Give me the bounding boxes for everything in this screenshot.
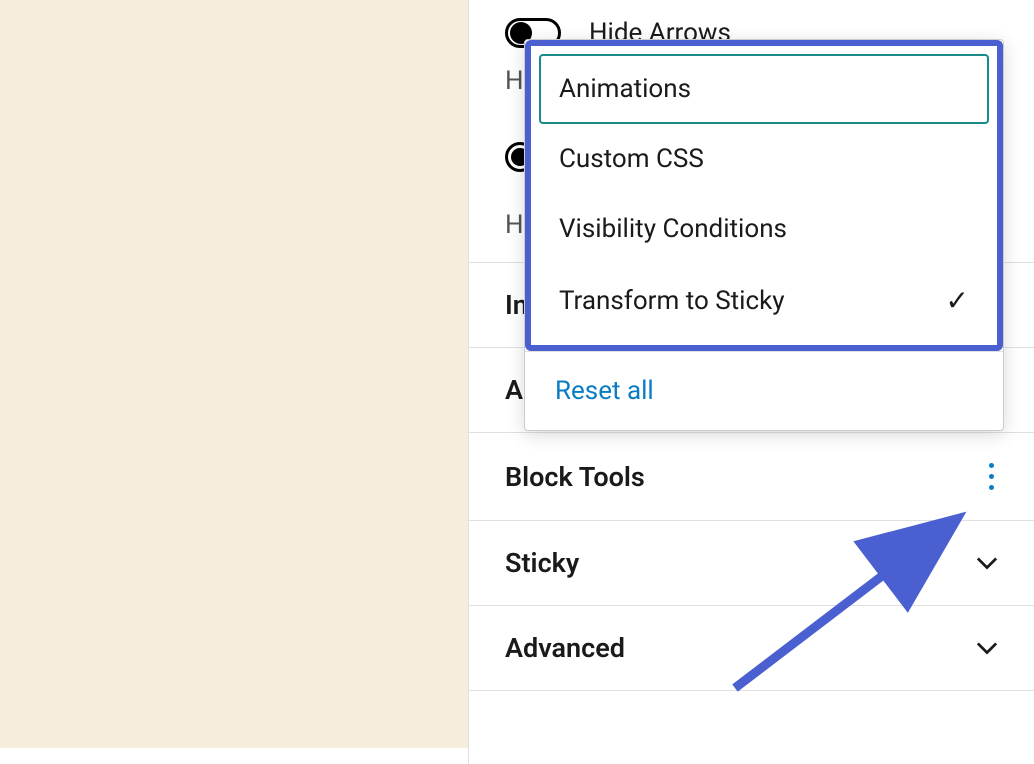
menu-item-visibility[interactable]: Visibility Conditions	[539, 194, 989, 264]
menu-item-label: Visibility Conditions	[559, 214, 787, 244]
menu-item-custom-css[interactable]: Custom CSS	[539, 124, 989, 194]
panel-block-tools[interactable]: Block Tools	[469, 432, 1034, 520]
panel-block-tools-title: Block Tools	[505, 461, 645, 493]
menu-item-transform-sticky[interactable]: Transform to Sticky ✓	[539, 264, 989, 337]
panel-a-title: A	[505, 374, 523, 406]
menu-item-animations[interactable]: Animations	[539, 54, 989, 124]
panel-advanced[interactable]: Advanced	[469, 605, 1034, 691]
chevron-down-icon	[976, 552, 998, 574]
reset-all-label: Reset all	[555, 376, 654, 406]
editor-canvas[interactable]	[0, 0, 468, 748]
popover-highlight-box: Animations Custom CSS Visibility Conditi…	[525, 40, 1003, 351]
panel-advanced-title: Advanced	[505, 632, 625, 664]
menu-item-label: Transform to Sticky	[559, 286, 785, 316]
panel-sticky[interactable]: Sticky	[469, 520, 1034, 605]
menu-item-label: Custom CSS	[559, 144, 704, 174]
more-options-icon[interactable]	[985, 459, 998, 494]
panel-sticky-title: Sticky	[505, 547, 579, 579]
chevron-down-icon	[976, 637, 998, 659]
block-tools-popover: Animations Custom CSS Visibility Conditi…	[524, 39, 1004, 431]
check-icon: ✓	[946, 284, 969, 317]
reset-all-button[interactable]: Reset all	[525, 352, 1003, 430]
menu-item-label: Animations	[559, 74, 691, 104]
